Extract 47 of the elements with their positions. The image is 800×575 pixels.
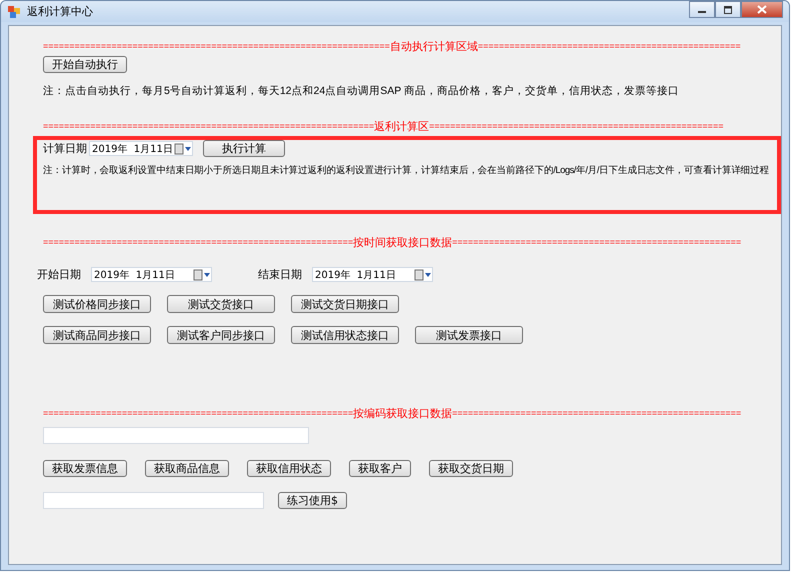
calendar-dropdown-icon — [174, 142, 192, 154]
test-button[interactable]: 测试商品同步接口 — [43, 326, 151, 344]
text-input-field[interactable] — [43, 492, 264, 509]
code-input-field[interactable] — [43, 427, 309, 444]
section-title: 自动执行计算区域 — [390, 40, 478, 53]
execute-button[interactable]: 执行计算 — [203, 140, 285, 157]
close-icon — [757, 5, 767, 14]
section-title: 按编码获取接口数据 — [353, 407, 452, 420]
maximize-button[interactable] — [715, 1, 741, 18]
separator-line: =========================================================== — [43, 407, 354, 418]
note-text: 注：点击自动执行，每月5号自动计算返利，每天12点和24点自动调用SAP 商品，商品价格，客户，交货单，信用状态，发票等接口 — [43, 84, 680, 98]
section-title: 返利计算区 — [374, 120, 430, 133]
separator-line: ======================================================= — [452, 407, 742, 420]
start-auto-button[interactable]: 开始自动执行 — [43, 56, 127, 73]
fetch-button[interactable]: 获取发票信息 — [43, 460, 127, 477]
date-label: 开始日期 — [37, 267, 81, 282]
separator-line: ======================================================== — [429, 120, 724, 133]
fetch-button[interactable]: 获取客户 — [349, 460, 411, 477]
separator-line: ================================================================== — [43, 40, 390, 53]
separator-line: ================================================== — [478, 40, 741, 53]
window-title: 返利计算中心 — [27, 4, 93, 19]
fetch-button[interactable]: 获取商品信息 — [145, 460, 229, 477]
maximize-icon — [723, 6, 733, 14]
fetch-button[interactable]: 获取信用状态 — [247, 460, 331, 477]
minimize-button[interactable] — [689, 1, 715, 18]
practice-button[interactable]: 练习使用$ — [278, 492, 347, 509]
note-text: 注：计算时，会取返利设置中结束日期小于所选日期且未计算过返利的返利设置进行计算，计算结束后，会在当前路径下的/Logs/年/月/日下生成日志文件，可查看计算详细过程 — [43, 164, 770, 178]
date-picker[interactable]: 2019年 1月11日 — [91, 267, 212, 282]
calendar-dropdown-icon — [414, 268, 432, 280]
app-icon — [7, 4, 21, 18]
date-label: 计算日期 — [43, 141, 87, 156]
test-button[interactable]: 测试交货日期接口 — [291, 295, 399, 313]
date-picker[interactable]: 2019年 1月11日 — [89, 141, 193, 156]
close-button[interactable] — [741, 1, 783, 18]
test-button[interactable]: 测试信用状态接口 — [291, 326, 399, 344]
separator-line: =============================================================== — [43, 120, 374, 133]
separator-line: ======================================================= — [452, 236, 742, 249]
separator-line: =========================================================== — [43, 236, 354, 247]
test-button[interactable]: 测试价格同步接口 — [43, 295, 151, 313]
test-button[interactable]: 测试交货接口 — [167, 295, 275, 313]
section-title: 按时间获取接口数据 — [353, 236, 452, 249]
date-label: 结束日期 — [258, 267, 302, 282]
test-button[interactable]: 测试发票接口 — [415, 326, 523, 344]
calendar-dropdown-icon — [193, 268, 211, 280]
date-picker[interactable]: 2019年 1月11日 — [312, 267, 433, 282]
fetch-button[interactable]: 获取交货日期 — [429, 460, 513, 477]
test-button[interactable]: 测试客户同步接口 — [167, 326, 275, 344]
